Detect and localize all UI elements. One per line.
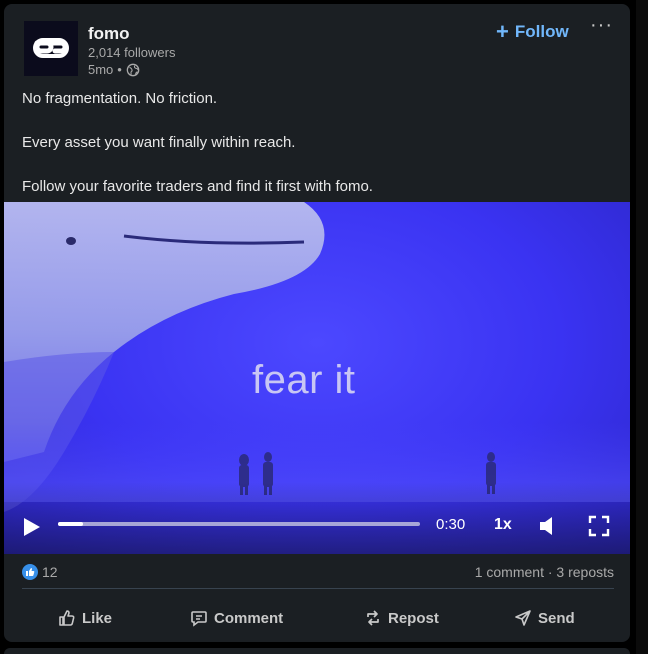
reactions-count[interactable]: 12	[22, 564, 58, 580]
send-icon	[515, 610, 531, 626]
comment-icon	[191, 611, 207, 627]
play-button[interactable]	[22, 516, 42, 543]
like-label: Like	[82, 609, 113, 627]
like-button[interactable]: Like	[58, 600, 112, 636]
video-progress-bar[interactable]	[58, 522, 420, 526]
thumbs-up-icon	[59, 610, 75, 626]
repost-button[interactable]: Repost	[364, 600, 439, 636]
company-logo-avatar[interactable]	[24, 21, 78, 76]
follower-count: 2,014 followers	[88, 45, 176, 60]
video-player[interactable]: fear it 0:30 1x	[4, 202, 630, 554]
post-stats: 12 1 comment · 3 reposts	[22, 564, 614, 584]
follow-button[interactable]: + Follow	[496, 20, 569, 44]
post-text-line: No fragmentation. No friction.	[22, 90, 218, 107]
author-name[interactable]: fomo	[88, 24, 130, 44]
repost-label: Repost	[388, 609, 439, 627]
next-post-card-edge	[4, 648, 630, 654]
follow-label: Follow	[514, 22, 569, 41]
fullscreen-button[interactable]	[588, 515, 610, 542]
send-label: Send	[538, 609, 575, 627]
post-actions: Like Comment Repost Send	[4, 600, 630, 636]
video-overlay-text: fear it	[252, 358, 356, 402]
video-time: 0:30	[436, 516, 466, 533]
fullscreen-icon	[588, 515, 610, 537]
post-body: No fragmentation. No friction. Every ass…	[22, 88, 612, 198]
repost-icon	[367, 610, 379, 626]
post-text-line: Follow your favorite traders and find it…	[22, 178, 373, 195]
globe-icon	[126, 63, 140, 76]
more-options-icon[interactable]: ···	[590, 15, 614, 38]
plus-icon: +	[496, 19, 509, 44]
video-progress-fill	[58, 522, 84, 526]
send-button[interactable]: Send	[514, 600, 575, 636]
fomo-logo-icon	[24, 21, 78, 76]
comment-button[interactable]: Comment	[190, 600, 283, 636]
volume-button[interactable]	[538, 515, 556, 542]
meta-separator: •	[117, 62, 122, 77]
post-age: 5mo	[88, 62, 114, 77]
play-icon	[24, 518, 40, 536]
post-meta: 5mo •	[88, 62, 140, 77]
post-card: fomo 2,014 followers 5mo • + Follow ··· …	[4, 4, 630, 642]
video-controls-bar	[4, 482, 630, 554]
like-reaction-icon	[22, 564, 38, 580]
scrollbar-track	[636, 0, 648, 654]
comment-label: Comment	[214, 609, 284, 627]
post-text-line: Every asset you want finally within reac…	[22, 134, 296, 151]
reactions-number: 12	[42, 564, 58, 580]
comments-reposts-count[interactable]: 1 comment · 3 reposts	[475, 564, 614, 580]
playback-speed-button[interactable]: 1x	[494, 516, 512, 534]
speaker-muted-icon	[540, 517, 552, 535]
divider	[22, 588, 614, 589]
